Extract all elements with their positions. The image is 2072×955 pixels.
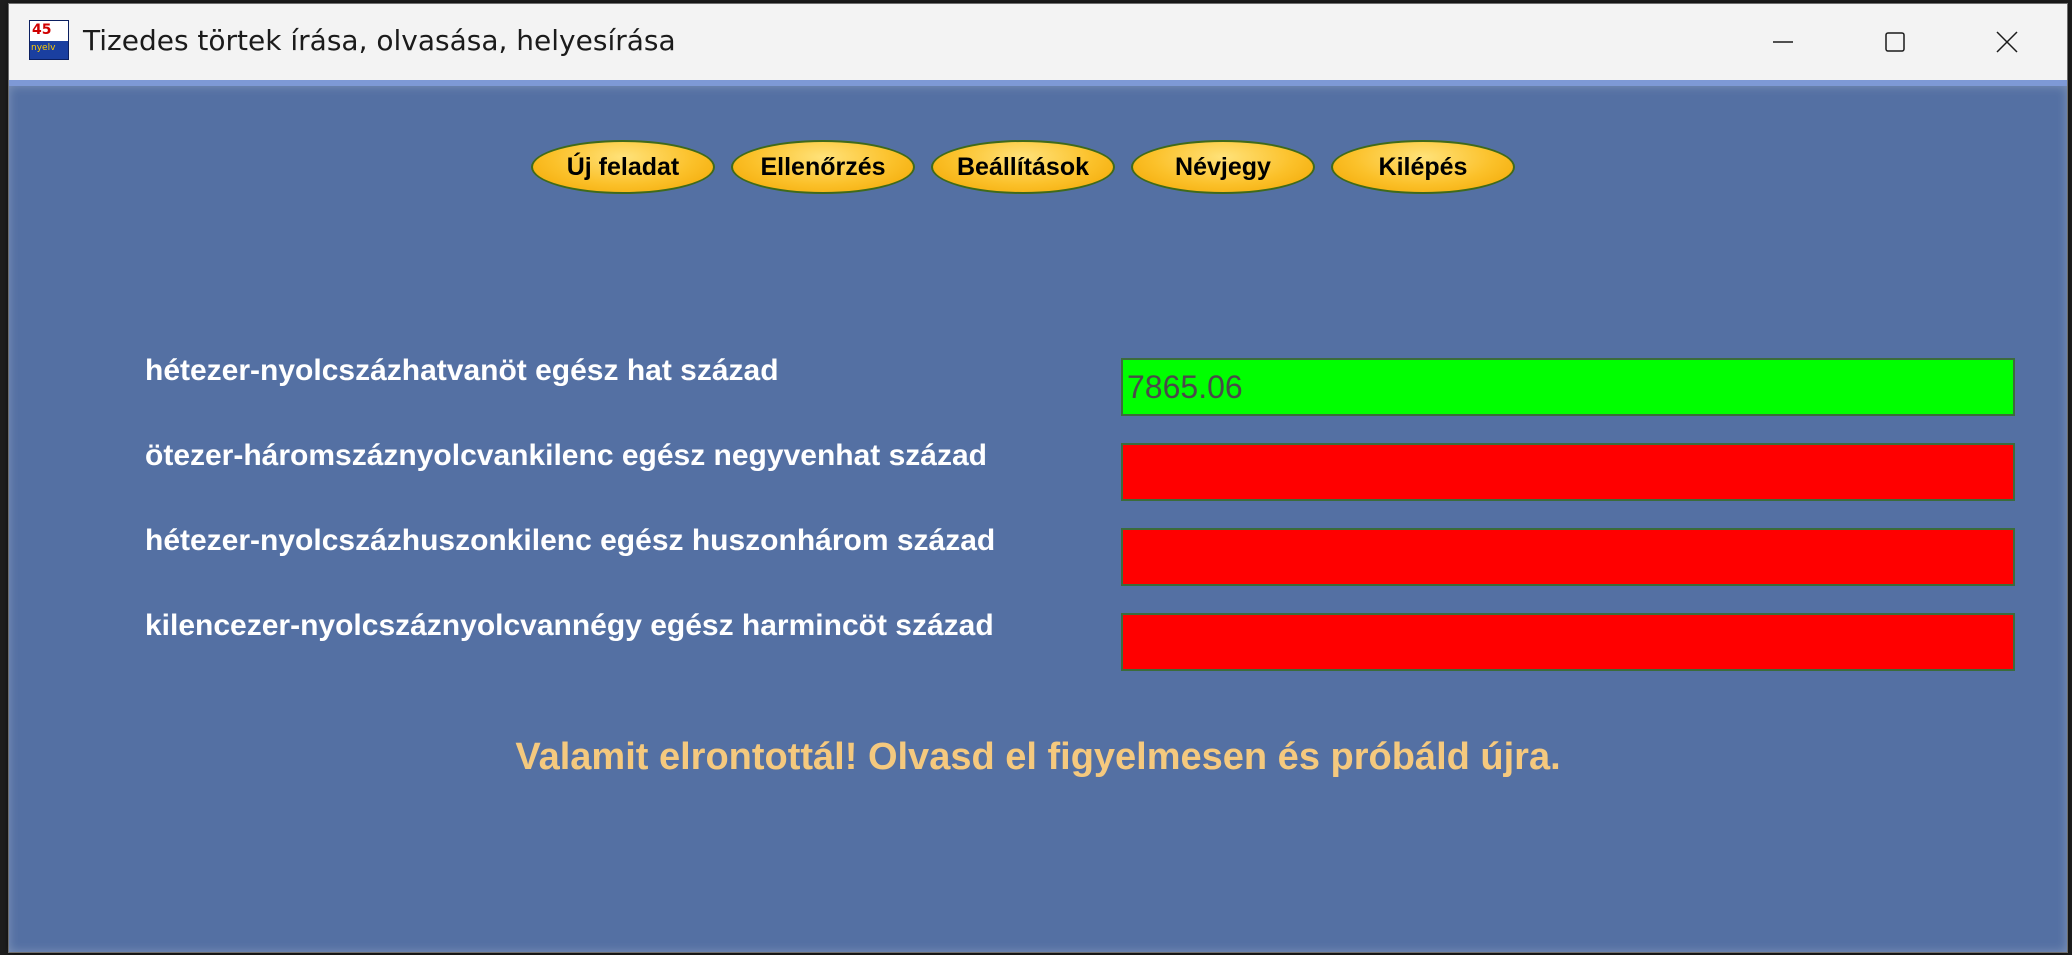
app-icon-word: nyelv [31,43,56,53]
title-bar[interactable]: 45 nyelv Tizedes törtek írása, olvasása,… [9,4,2067,80]
app-window: 45 nyelv Tizedes törtek írása, olvasása,… [8,3,2068,953]
answer-input-1[interactable] [1121,358,2015,416]
minimize-icon [1773,41,1793,43]
maximize-button[interactable] [1839,4,1951,80]
exit-button[interactable]: Kilépés [1331,140,1515,194]
close-button[interactable] [1951,4,2063,80]
row-label-1: hétezer-nyolcszázhatvanöt egész hat száz… [145,354,779,387]
row-label-3: hétezer-nyolcszázhuszonkilenc egész husz… [145,524,996,557]
app-icon: 45 nyelv [29,20,69,60]
check-button[interactable]: Ellenőrzés [731,140,915,194]
app-icon-digits: 45 [32,22,52,38]
minimize-button[interactable] [1727,4,1839,80]
row-label-2: ötezer-háromszáznyolcvankilenc egész neg… [145,439,987,472]
row-label-4: kilencezer-nyolcszáznyolcvannégy egész h… [145,609,994,642]
settings-button[interactable]: Beállítások [931,140,1115,194]
about-button[interactable]: Névjegy [1131,140,1315,194]
feedback-message: Valamit elrontottál! Olvasd el figyelmes… [515,736,1561,778]
answer-input-3[interactable] [1121,528,2015,586]
answer-input-4[interactable] [1121,613,2015,671]
new-task-button[interactable]: Új feladat [531,140,715,194]
answer-input-2[interactable] [1121,443,2015,501]
maximize-icon [1885,32,1905,52]
exercise-panel: Új feladat Ellenőrzés Beállítások Névjeg… [9,80,2067,952]
window-title: Tizedes törtek írása, olvasása, helyesír… [83,24,676,57]
close-icon [1996,31,2018,53]
